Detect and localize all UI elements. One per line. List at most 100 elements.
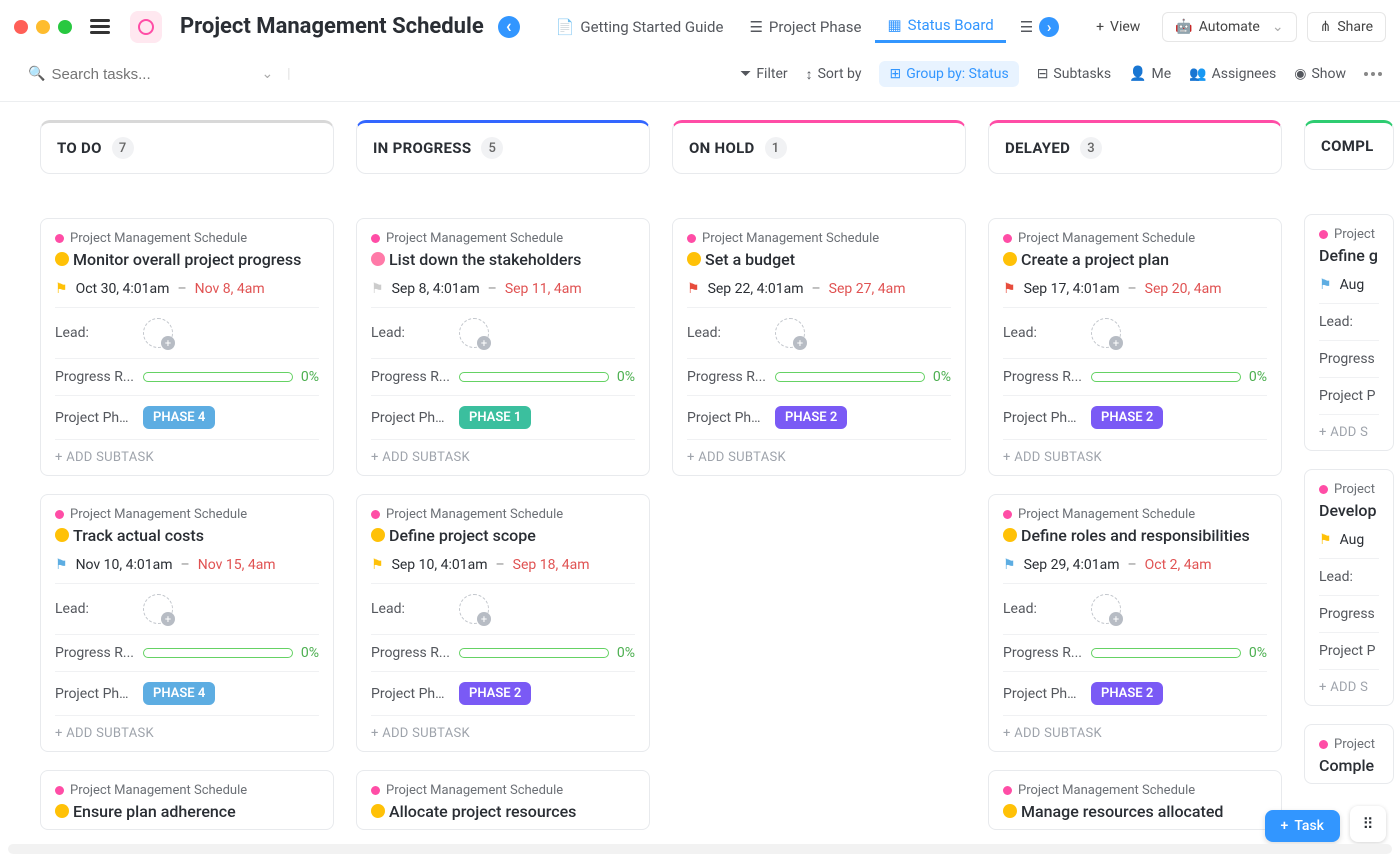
toolbar: 🔍 ⌄ | ⏷Filter ↕Sort by ⊞Group by: Status… <box>0 53 1400 102</box>
column-title: IN PROGRESS <box>373 139 471 157</box>
phase-badge[interactable]: PHASE 4 <box>143 406 215 429</box>
more-icon[interactable] <box>1364 72 1382 76</box>
column-header[interactable]: IN PROGRESS 5 <box>356 120 650 174</box>
grid-icon: ⠿ <box>1363 815 1374 833</box>
show-button[interactable]: ◉Show <box>1294 66 1346 82</box>
task-card[interactable]: Project Management Schedule Track actual… <box>40 494 334 752</box>
task-card[interactable]: Project Management Schedule Define proje… <box>356 494 650 752</box>
assign-lead-button[interactable] <box>1091 318 1121 348</box>
card-title: Manage resources allocated <box>1021 802 1223 821</box>
tab-getting-started[interactable]: 📄Getting Started Guide <box>544 12 736 42</box>
assign-lead-button[interactable] <box>459 594 489 624</box>
group-by-button[interactable]: ⊞Group by: Status <box>879 61 1018 87</box>
card-title: Comple <box>1319 756 1374 775</box>
add-subtask-button[interactable]: + ADD SUBTASK <box>371 715 635 741</box>
window-close[interactable] <box>14 20 28 34</box>
add-subtask-button[interactable]: + ADD SUBTASK <box>55 715 319 741</box>
column-todo: TO DO 7 Project Management Schedule Moni… <box>40 120 334 840</box>
add-subtask-button[interactable]: + ADD S <box>1319 414 1379 440</box>
add-view-button[interactable]: +View <box>1084 13 1152 41</box>
task-card[interactable]: Project Management Schedule Manage resou… <box>988 770 1282 830</box>
subtasks-button[interactable]: ⊟Subtasks <box>1037 66 1111 82</box>
card-title: Ensure plan adherence <box>73 802 236 821</box>
phase-badge[interactable]: PHASE 2 <box>1091 682 1163 705</box>
phase-badge[interactable]: PHASE 2 <box>459 682 531 705</box>
card-title: Monitor overall project progress <box>73 250 301 269</box>
phase-badge[interactable]: PHASE 2 <box>775 406 847 429</box>
task-card[interactable]: Project Management Schedule Allocate pro… <box>356 770 650 830</box>
task-card[interactable]: Project Management Schedule Define roles… <box>988 494 1282 752</box>
tab-status-board[interactable]: ▦Status Board <box>875 10 1005 43</box>
task-card[interactable]: Project Management Schedule Ensure plan … <box>40 770 334 830</box>
flag-icon: ⚑ <box>371 281 384 297</box>
assign-lead-button[interactable] <box>143 318 173 348</box>
phase-badge[interactable]: PHASE 2 <box>1091 406 1163 429</box>
project-dot-icon <box>55 510 64 519</box>
flag-icon: ⚑ <box>687 281 700 297</box>
automate-button[interactable]: 🤖Automate⌄ <box>1162 12 1296 42</box>
new-task-button[interactable]: +Task <box>1265 810 1340 842</box>
subtasks-icon: ⊟ <box>1037 66 1049 82</box>
person-icon: 👤 <box>1129 66 1146 82</box>
toolbar-right: ⏷Filter ↕Sort by ⊞Group by: Status ⊟Subt… <box>740 61 1382 87</box>
app-grid-button[interactable]: ⠿ <box>1350 806 1386 842</box>
card-project: Project Management Schedule <box>70 231 247 246</box>
share-button[interactable]: ⋔Share <box>1307 12 1386 42</box>
assign-lead-button[interactable] <box>459 318 489 348</box>
assign-lead-button[interactable] <box>143 594 173 624</box>
window-maximize[interactable] <box>58 20 72 34</box>
task-card[interactable]: Project Define g ⚑Aug Lead: Progress Pro… <box>1304 214 1394 451</box>
project-logo[interactable] <box>130 11 162 43</box>
column-delayed: DELAYED 3 Project Management Schedule Cr… <box>988 120 1282 840</box>
progress-bar[interactable] <box>143 648 293 658</box>
task-card[interactable]: Project Develop ⚑Aug Lead: Progress Proj… <box>1304 469 1394 706</box>
column-inprogress: IN PROGRESS 5 Project Management Schedul… <box>356 120 650 840</box>
plus-icon: + <box>1281 818 1289 834</box>
status-icon <box>371 252 385 266</box>
card-title: Define roles and responsibilities <box>1021 526 1250 545</box>
add-subtask-button[interactable]: + ADD SUBTASK <box>1003 439 1267 465</box>
project-dot-icon <box>55 234 64 243</box>
chevron-down-icon[interactable]: ⌄ <box>261 66 273 82</box>
column-title: ON HOLD <box>689 139 755 157</box>
filter-button[interactable]: ⏷Filter <box>740 66 788 82</box>
progress-bar[interactable] <box>143 372 293 382</box>
search-icon: 🔍 <box>28 66 45 82</box>
horizontal-scrollbar[interactable] <box>8 844 1392 854</box>
column-header[interactable]: DELAYED 3 <box>988 120 1282 174</box>
assignees-button[interactable]: 👥Assignees <box>1189 66 1276 82</box>
menu-icon[interactable] <box>90 16 110 37</box>
add-subtask-button[interactable]: + ADD SUBTASK <box>1003 715 1267 741</box>
sort-button[interactable]: ↕Sort by <box>806 66 862 83</box>
tab-more[interactable]: ☰› <box>1008 11 1071 43</box>
task-card[interactable]: Project Management Schedule Set a budget… <box>672 218 966 476</box>
column-header[interactable]: ON HOLD 1 <box>672 120 966 174</box>
task-card[interactable]: Project Management Schedule Create a pro… <box>988 218 1282 476</box>
add-subtask-button[interactable]: + ADD SUBTASK <box>371 439 635 465</box>
me-button[interactable]: 👤Me <box>1129 66 1171 82</box>
add-subtask-button[interactable]: + ADD S <box>1319 669 1379 695</box>
status-icon <box>55 252 69 266</box>
add-subtask-button[interactable]: + ADD SUBTASK <box>55 439 319 465</box>
column-header[interactable]: COMPL <box>1304 120 1394 170</box>
search-input[interactable] <box>51 66 231 83</box>
task-card[interactable]: Project Management Schedule Monitor over… <box>40 218 334 476</box>
flag-icon: ⚑ <box>371 557 384 573</box>
list-icon: ☰ <box>1020 18 1033 36</box>
column-header[interactable]: TO DO 7 <box>40 120 334 174</box>
tab-project-phase[interactable]: ☰Project Phase <box>737 12 873 42</box>
window-minimize[interactable] <box>36 20 50 34</box>
add-subtask-button[interactable]: + ADD SUBTASK <box>687 439 951 465</box>
column-count: 3 <box>1080 137 1102 159</box>
assign-lead-button[interactable] <box>775 318 805 348</box>
task-card[interactable]: Project Management Schedule List down th… <box>356 218 650 476</box>
card-title: Track actual costs <box>73 526 204 545</box>
nav-forward-icon[interactable]: › <box>1039 17 1059 37</box>
task-card[interactable]: Project Comple <box>1304 724 1394 784</box>
group-icon: ⊞ <box>889 66 901 82</box>
nav-back-icon[interactable] <box>498 16 520 38</box>
column-title: DELAYED <box>1005 139 1070 157</box>
phase-badge[interactable]: PHASE 1 <box>459 406 531 429</box>
phase-badge[interactable]: PHASE 4 <box>143 682 215 705</box>
assign-lead-button[interactable] <box>1091 594 1121 624</box>
